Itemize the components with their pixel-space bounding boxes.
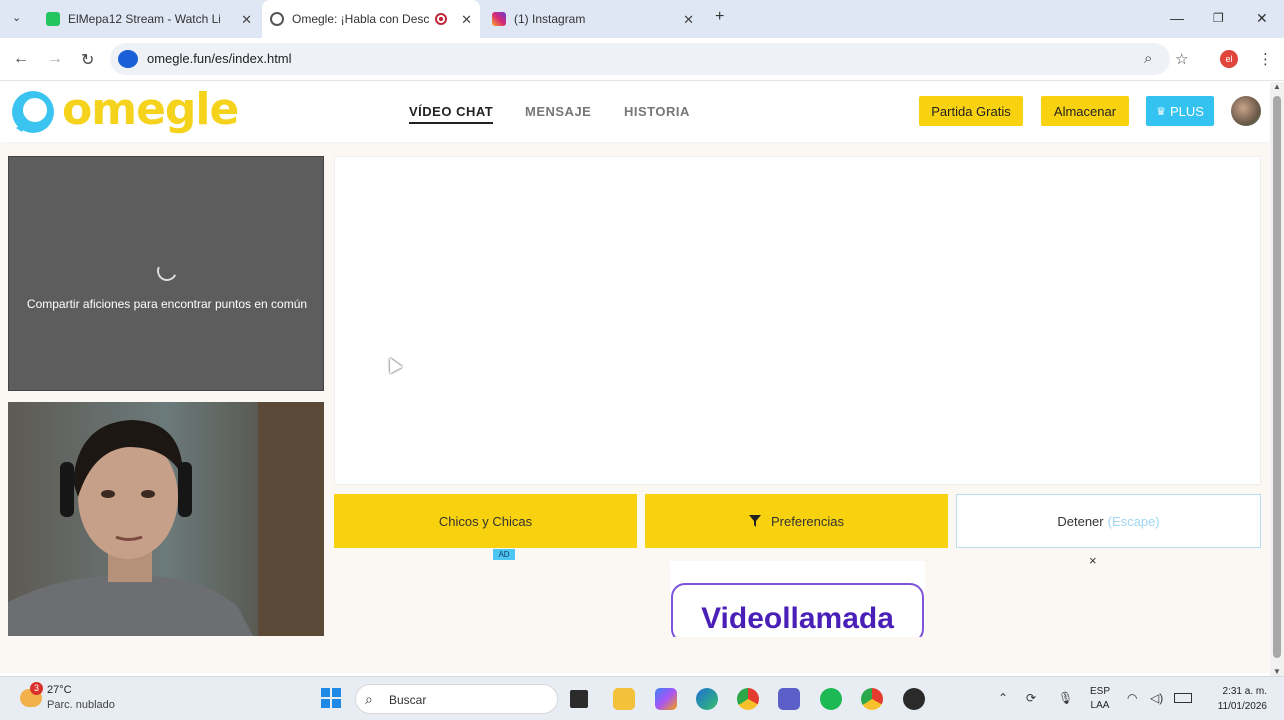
store-button[interactable]: Almacenar xyxy=(1041,96,1129,126)
recording-icon xyxy=(435,13,447,25)
plus-button[interactable]: ♛ PLUS xyxy=(1146,96,1214,126)
main-content: Compartir aficiones para encontrar punto… xyxy=(0,143,1270,673)
close-tab-icon[interactable]: ✕ xyxy=(461,12,472,28)
free-game-button[interactable]: Partida Gratis xyxy=(919,96,1023,126)
filter-icon xyxy=(749,515,761,527)
omegle-logo-icon[interactable] xyxy=(8,88,58,136)
globe-favicon-icon xyxy=(270,12,284,26)
taskbar-search[interactable]: ⌕ Buscar xyxy=(355,684,558,714)
profile-avatar[interactable]: el xyxy=(1220,50,1238,68)
crown-icon: ♛ xyxy=(1156,105,1166,118)
clock-time: 2:31 a. m. xyxy=(1222,686,1267,697)
bookmark-star-icon[interactable]: ☆ xyxy=(1175,50,1188,68)
volume-icon[interactable]: ◁) xyxy=(1150,691,1163,705)
ad-badge: AD xyxy=(493,549,515,560)
weather-badge: 3 xyxy=(30,682,43,695)
teams-icon[interactable] xyxy=(778,688,800,710)
browser-toolbar: ← → ↻ omegle.fun/es/index.html ⌕ ☆ ⋮ xyxy=(0,38,1284,81)
preferences-label: Preferencias xyxy=(771,513,844,529)
windows-taskbar: 3 27°C Parc. nublado ⌕ Buscar ⌃ ⟳ 🎙 ESP … xyxy=(0,676,1284,720)
instagram-favicon-icon xyxy=(492,12,506,26)
stranger-video: Compartir aficiones para encontrar punto… xyxy=(8,156,324,391)
kick-favicon-icon xyxy=(46,12,60,26)
search-icon: ⌕ xyxy=(365,691,373,707)
plus-label: PLUS xyxy=(1169,103,1204,119)
clock-date: 11/01/2026 xyxy=(1217,701,1267,712)
close-tab-icon[interactable]: ✕ xyxy=(683,12,694,28)
browser-tab-strip: ⌄ ElMepa12 Stream - Watch Live ✕ Omegle:… xyxy=(0,0,1284,38)
tab-list-icon[interactable]: ⌄ xyxy=(12,11,21,24)
file-explorer-icon[interactable] xyxy=(613,688,635,710)
system-clock[interactable]: 2:31 a. m. 11/01/2026 xyxy=(1205,684,1267,714)
chrome-profile-icon[interactable] xyxy=(861,688,883,710)
temperature: 27°C xyxy=(47,684,72,696)
ad-banner[interactable]: Videollamada xyxy=(670,561,925,637)
tab-instagram[interactable]: (1) Instagram ✕ xyxy=(484,0,702,38)
forward-icon[interactable]: → xyxy=(47,50,63,68)
logo-text[interactable]: omegle xyxy=(62,84,239,135)
tab-title: (1) Instagram xyxy=(514,12,586,26)
nav-video-chat[interactable]: VÍDEO CHAT xyxy=(409,104,494,124)
stop-label: Detener xyxy=(1057,513,1104,529)
loading-spinner-icon xyxy=(154,258,180,284)
language-indicator[interactable]: ESP LAA xyxy=(1090,685,1110,713)
escape-shortcut-label: (Escape) xyxy=(1107,513,1160,529)
chrome-icon[interactable] xyxy=(737,688,759,710)
weather-condition: Parc. nublado xyxy=(47,699,115,711)
wifi-icon[interactable]: ◠ xyxy=(1127,691,1137,705)
spotify-icon[interactable] xyxy=(820,688,842,710)
task-view-icon[interactable] xyxy=(570,690,588,708)
page-scrollbar[interactable]: ▲ ▼ xyxy=(1270,82,1284,676)
edge-icon[interactable] xyxy=(696,688,718,710)
maximize-icon[interactable]: ❐ xyxy=(1213,11,1224,25)
gender-filter-button[interactable]: Chicos y Chicas xyxy=(334,494,637,548)
close-tab-icon[interactable]: ✕ xyxy=(241,12,252,28)
preferences-button[interactable]: Preferencias xyxy=(645,494,948,548)
chat-area[interactable] xyxy=(334,156,1261,485)
scrollbar-thumb[interactable] xyxy=(1273,96,1281,658)
self-video xyxy=(8,402,324,636)
site-header: omegle VÍDEO CHAT MENSAJE HISTORIA Parti… xyxy=(0,82,1270,142)
minimize-icon[interactable]: — xyxy=(1170,10,1184,26)
stop-button[interactable]: Detener (Escape) xyxy=(956,494,1261,548)
zoom-icon[interactable]: ⌕ xyxy=(1144,50,1152,67)
copilot-icon[interactable] xyxy=(655,688,677,710)
tray-overflow-icon[interactable]: ⌃ xyxy=(998,691,1008,705)
microphone-icon[interactable]: 🎙 xyxy=(1058,691,1073,705)
nav-historia[interactable]: HISTORIA xyxy=(624,104,690,119)
close-window-icon[interactable]: ✕ xyxy=(1256,10,1268,27)
obs-icon[interactable] xyxy=(903,688,925,710)
battery-icon[interactable] xyxy=(1174,693,1192,703)
tab-omegle[interactable]: Omegle: ¡Habla con Descor ✕ xyxy=(262,0,480,38)
tab-elmepa12[interactable]: ElMepa12 Stream - Watch Live ✕ xyxy=(38,0,260,38)
user-avatar[interactable] xyxy=(1231,96,1261,126)
scroll-up-icon[interactable]: ▲ xyxy=(1273,82,1281,91)
menu-dots-icon[interactable]: ⋮ xyxy=(1258,50,1273,68)
sync-icon[interactable]: ⟳ xyxy=(1026,691,1036,705)
ad-close-icon[interactable]: × xyxy=(1089,553,1097,568)
tab-title: ElMepa12 Stream - Watch Live xyxy=(68,12,220,26)
address-bar[interactable]: omegle.fun/es/index.html xyxy=(110,43,1170,75)
url-text: omegle.fun/es/index.html xyxy=(147,51,292,66)
scroll-down-icon[interactable]: ▼ xyxy=(1273,667,1281,676)
keyboard-layout: LAA xyxy=(1090,700,1110,711)
windows-start-icon[interactable] xyxy=(321,688,341,708)
back-icon[interactable]: ← xyxy=(13,50,29,68)
site-info-icon[interactable] xyxy=(118,50,138,68)
nav-mensaje[interactable]: MENSAJE xyxy=(525,104,591,119)
interests-hint: Compartir aficiones para encontrar punto… xyxy=(26,297,308,311)
webcam-person-image xyxy=(8,402,324,636)
search-label: Buscar xyxy=(389,693,427,707)
ad-text: Videollamada xyxy=(701,602,894,635)
language-code: ESP xyxy=(1090,686,1111,697)
new-tab-icon[interactable]: + xyxy=(715,8,724,26)
tab-title: Omegle: ¡Habla con Descor xyxy=(292,12,429,26)
reload-icon[interactable]: ↻ xyxy=(81,50,94,70)
